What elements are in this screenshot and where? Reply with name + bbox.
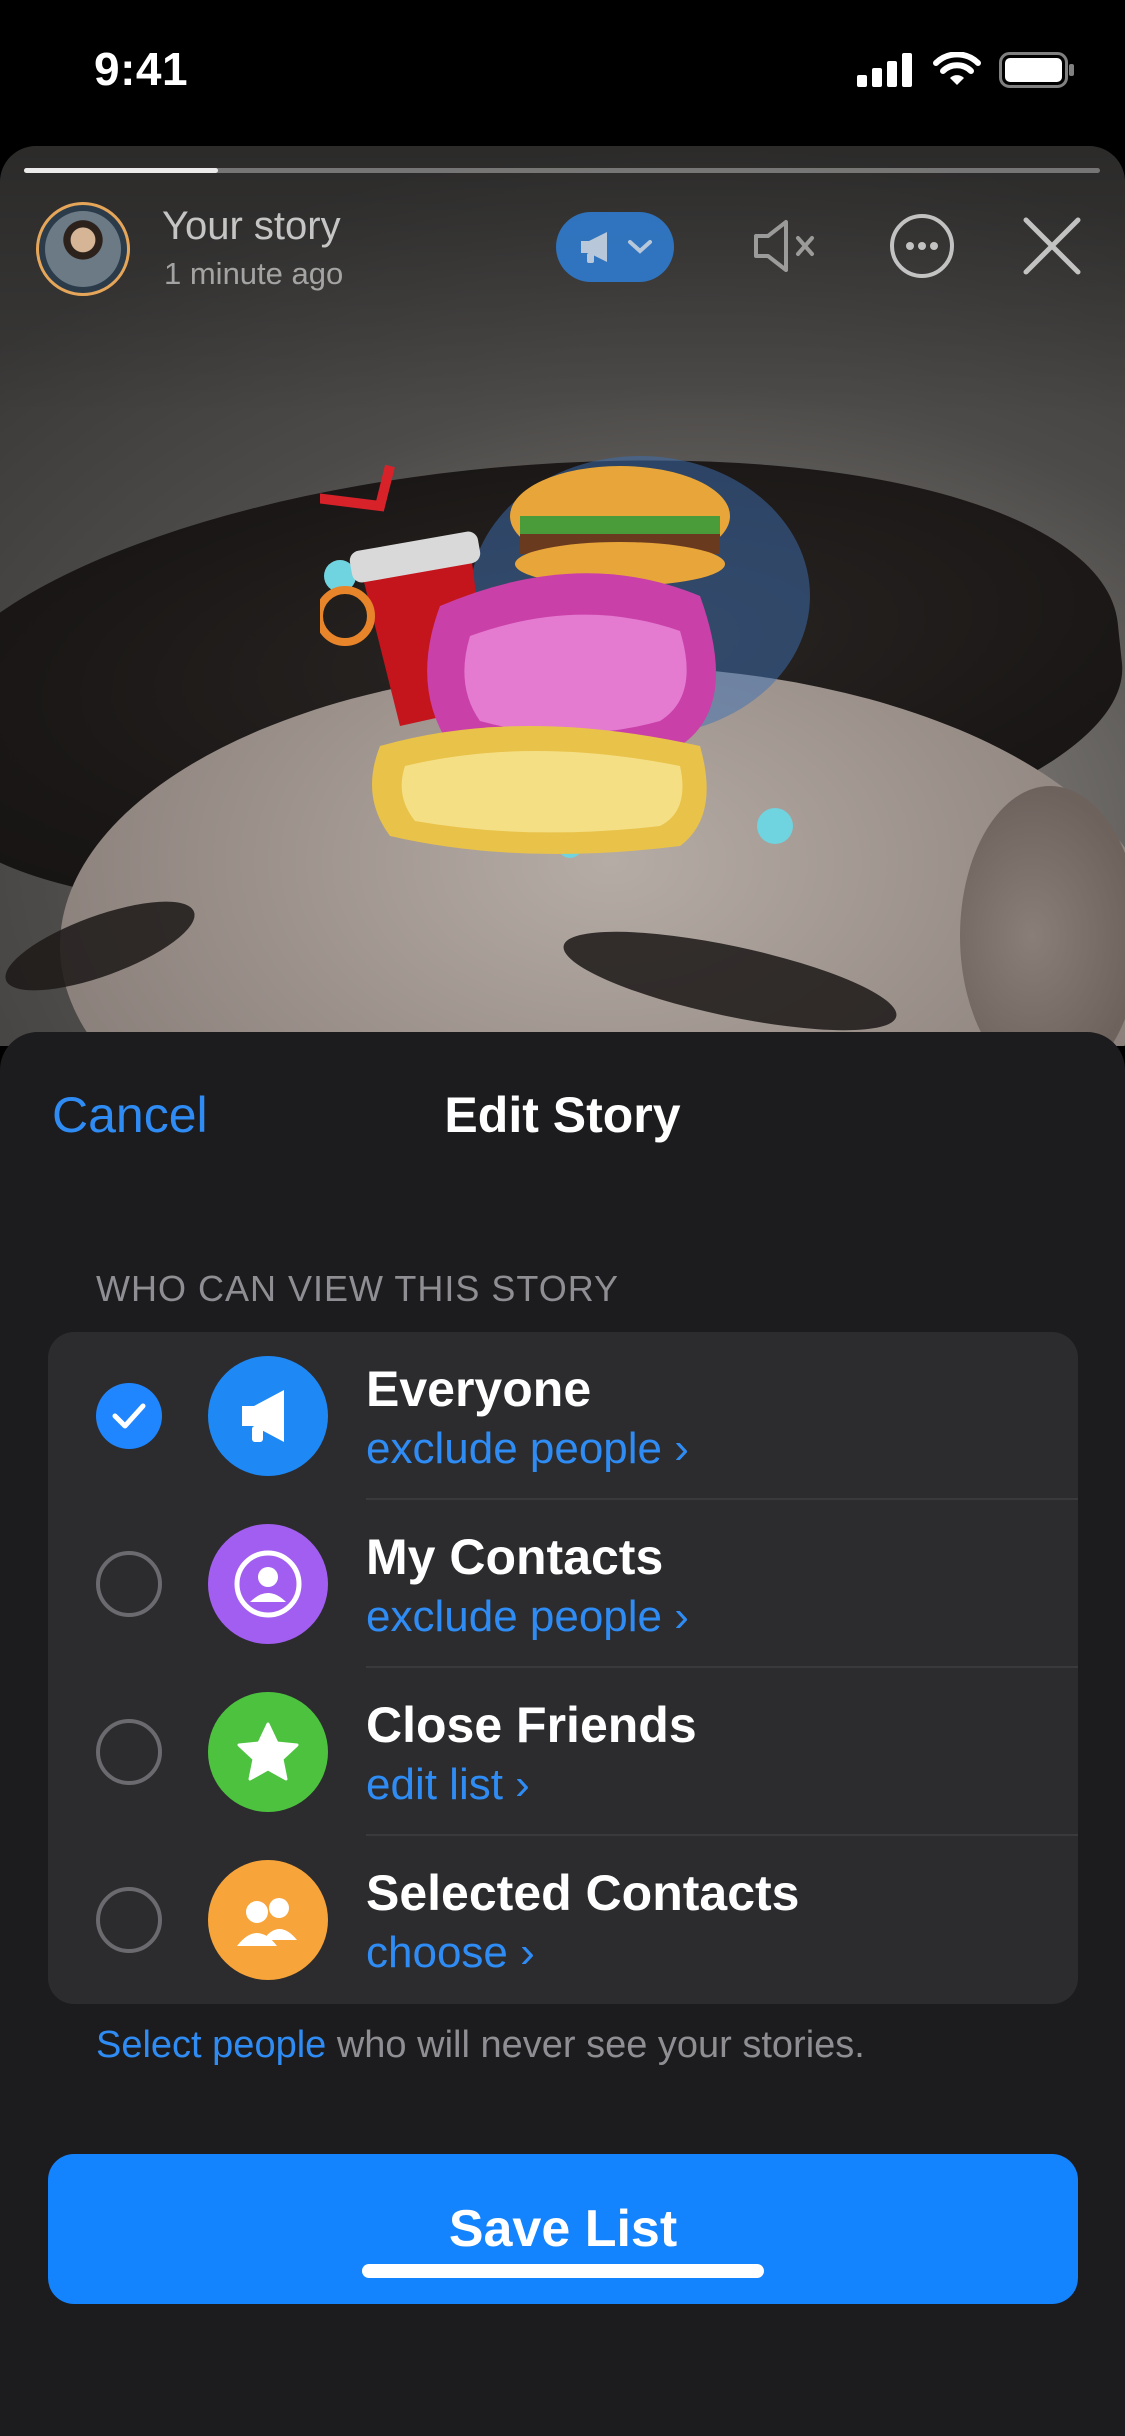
radio-unselected[interactable] bbox=[96, 1887, 162, 1953]
footer-text: who will never see your stories. bbox=[326, 2024, 865, 2066]
radio-unselected[interactable] bbox=[96, 1551, 162, 1617]
chevron-down-icon bbox=[628, 240, 652, 254]
edit-story-sheet: Edit Story Cancel WHO CAN VIEW THIS STOR… bbox=[0, 1032, 1125, 2436]
cancel-button[interactable]: Cancel bbox=[52, 1086, 208, 1144]
more-options-icon[interactable] bbox=[884, 208, 960, 284]
avatar-photo bbox=[45, 211, 121, 287]
story-title: Your story bbox=[162, 204, 341, 248]
story-progress-bar bbox=[24, 168, 1100, 173]
story-viewer[interactable]: Your story 1 minute ago bbox=[0, 146, 1125, 1046]
exclude-people-link[interactable]: exclude people › bbox=[366, 1592, 689, 1642]
status-bar: 9:41 bbox=[0, 0, 1125, 140]
select-people-link[interactable]: Select people bbox=[96, 2024, 326, 2066]
option-my-contacts[interactable]: My Contacts exclude people › bbox=[48, 1500, 1078, 1668]
radio-selected[interactable] bbox=[96, 1383, 162, 1449]
status-icons bbox=[857, 52, 1075, 88]
option-title: Close Friends bbox=[366, 1697, 697, 1753]
edit-list-link[interactable]: edit list › bbox=[366, 1760, 530, 1810]
wifi-icon bbox=[933, 52, 981, 85]
person-icon bbox=[234, 1550, 302, 1618]
avatar[interactable] bbox=[36, 202, 130, 296]
star-icon bbox=[237, 1722, 299, 1781]
privacy-button[interactable] bbox=[556, 212, 674, 282]
exclude-people-link[interactable]: exclude people › bbox=[366, 1424, 689, 1474]
footer-note: Select people who will never see your st… bbox=[96, 2024, 865, 2067]
audience-options-list: Everyone exclude people › My Contacts ex… bbox=[48, 1332, 1078, 2004]
people-icon bbox=[237, 1898, 297, 1946]
megaphone-icon bbox=[581, 232, 607, 263]
story-header: Your story 1 minute ago bbox=[0, 202, 1125, 302]
choose-link[interactable]: choose › bbox=[366, 1928, 535, 1978]
battery-icon bbox=[999, 52, 1074, 88]
story-progress-fill bbox=[24, 168, 218, 173]
close-friends-avatar bbox=[208, 1692, 328, 1812]
checkmark-icon bbox=[112, 1403, 146, 1429]
story-timestamp: 1 minute ago bbox=[164, 256, 344, 291]
megaphone-icon bbox=[242, 1390, 284, 1442]
option-close-friends[interactable]: Close Friends edit list › bbox=[48, 1668, 1078, 1836]
option-everyone[interactable]: Everyone exclude people › bbox=[48, 1332, 1078, 1500]
option-title: Everyone bbox=[366, 1361, 592, 1417]
cellular-signal-icon bbox=[857, 53, 912, 87]
option-title: Selected Contacts bbox=[366, 1865, 800, 1921]
home-indicator bbox=[362, 2264, 764, 2278]
section-header: WHO CAN VIEW THIS STORY bbox=[96, 1268, 620, 1309]
status-time: 9:41 bbox=[94, 43, 189, 95]
save-list-button[interactable]: Save List bbox=[48, 2154, 1078, 2304]
radio-unselected[interactable] bbox=[96, 1719, 162, 1785]
option-selected-contacts[interactable]: Selected Contacts choose › bbox=[48, 1836, 1078, 2004]
bon-appetit-sticker bbox=[320, 456, 810, 858]
option-title: My Contacts bbox=[366, 1529, 664, 1585]
mute-icon[interactable] bbox=[748, 208, 824, 284]
close-icon[interactable] bbox=[1014, 208, 1090, 284]
everyone-avatar bbox=[208, 1356, 328, 1476]
selected-contacts-avatar bbox=[208, 1860, 328, 1980]
my-contacts-avatar bbox=[208, 1524, 328, 1644]
